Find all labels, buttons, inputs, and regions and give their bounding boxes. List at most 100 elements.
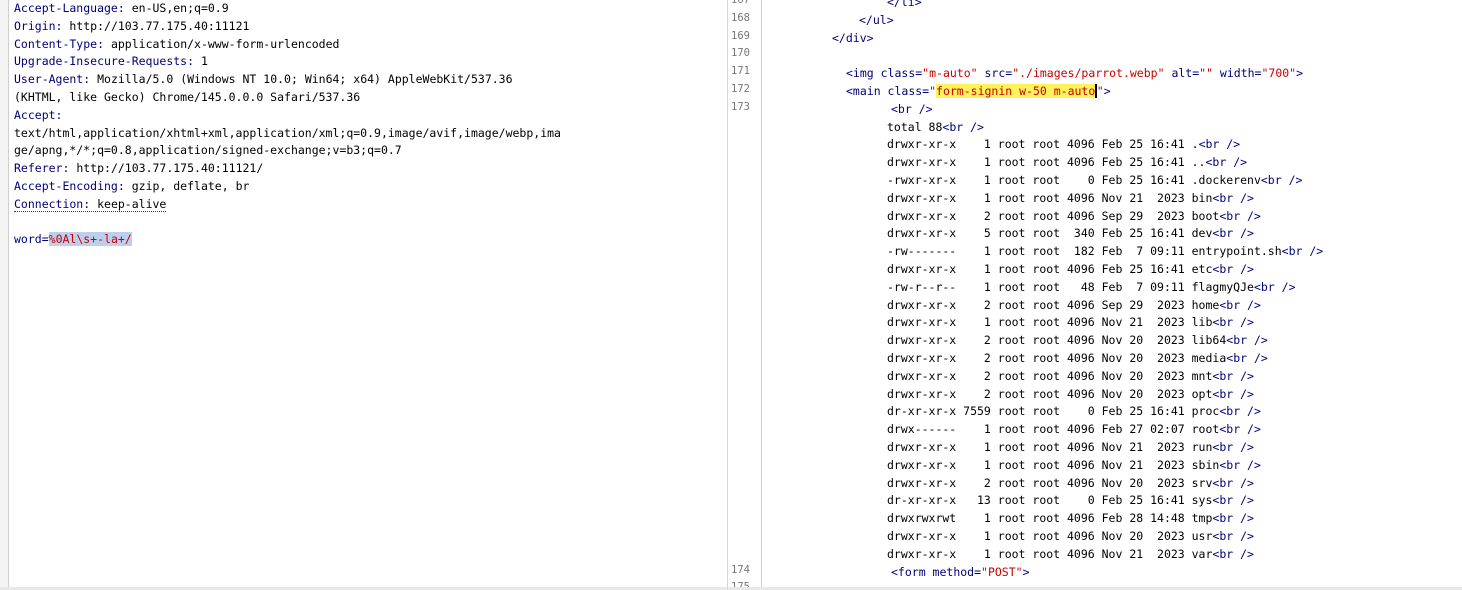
header-name: Content-Type [14, 36, 98, 51]
listing-text: dr-xr-xr-x 13 root root 0 Feb 25 16:41 s… [887, 493, 1213, 508]
header-line[interactable]: Accept-Encoding: gzip, deflate, br [14, 178, 727, 196]
code-line-img: <img class="m-auto" src="./images/parrot… [846, 66, 1304, 81]
br-tag: <br /> [1226, 333, 1268, 348]
header-line[interactable]: Content-Type: application/x-www-form-url… [14, 36, 727, 54]
header-line[interactable]: Accept-Language: en-US,en;q=0.9 [14, 0, 727, 18]
response-viewer[interactable]: 167 168 169 170 171 172 173 174 175 </li… [728, 0, 1462, 590]
code-line: </li> [887, 0, 922, 9]
listing-text: drwxr-xr-x 1 root root 4096 Feb 25 16:41… [887, 261, 1213, 276]
header-value: text/html,application/xhtml+xml,applicat… [14, 125, 561, 140]
listing-text: drwx------ 1 root root 4096 Feb 27 02:07… [887, 422, 1220, 437]
header-line[interactable]: Origin: http://103.77.175.40:11121 [14, 18, 727, 36]
connection-header-underlined: Connection: keep-alive [14, 196, 167, 212]
br-tag: <br /> [1219, 457, 1261, 472]
br-tag: <br /> [1212, 475, 1254, 490]
header-continuation[interactable]: text/html,application/xhtml+xml,applicat… [14, 125, 727, 143]
listing-text: drwxr-xr-x 2 root root 4096 Nov 20 2023 … [887, 475, 1213, 490]
br-tag: <br /> [1226, 350, 1268, 365]
listing-text: -rwxr-xr-x 1 root root 0 Feb 25 16:41 .d… [887, 172, 1261, 187]
listing-line: drwxr-xr-x 1 root root 4096 Nov 21 2023 … [768, 546, 1462, 564]
header-line[interactable]: Accept: [14, 107, 727, 125]
listing-line: drwxr-xr-x 1 root root 4096 Nov 21 2023 … [768, 190, 1462, 208]
header-value: http://103.77.175.40:11121 [69, 18, 250, 33]
listing-line: drwxr-xr-x 5 root root 340 Feb 25 16:41 … [768, 225, 1462, 243]
code-line: </div> [832, 30, 874, 45]
header-name: Origin [14, 18, 56, 33]
br-tag: <br /> [1281, 244, 1324, 259]
listing-text: drwxr-xr-x 2 root root 4096 Nov 20 2023 … [887, 350, 1227, 365]
header-value: ge/apng,*/*;q=0.8,application/signed-exc… [14, 143, 402, 158]
code-line: <br /> [891, 101, 933, 116]
response-code[interactable]: </li> </ul> </div> <img class="m-auto" s… [768, 0, 1462, 581]
header-name: Accept-Encoding [14, 178, 118, 193]
header-line[interactable]: User-Agent: Mozilla/5.0 (Windows NT 10.0… [14, 71, 727, 89]
request-lines[interactable]: Accept-Language: en-US,en;q=0.9 Origin: … [14, 0, 727, 249]
line-number-gutter: 167 168 169 170 171 172 173 174 175 [728, 0, 762, 590]
listing-text: total 88 [887, 119, 943, 134]
header-value: (KHTML, like Gecko) Chrome/145.0.0.0 Saf… [14, 89, 361, 104]
br-tag: <br /> [1212, 315, 1254, 330]
code-line: </ul> [859, 12, 894, 27]
request-editor[interactable]: Accept-Language: en-US,en;q=0.9 Origin: … [0, 0, 728, 590]
line-number: 171 [731, 65, 750, 78]
listing-text: drwxr-xr-x 2 root root 4096 Sep 29 2023 … [887, 208, 1220, 223]
listing-line: drwxr-xr-x 2 root root 4096 Nov 20 2023 … [768, 475, 1462, 493]
header-name: Connection [14, 196, 84, 211]
listing-line: dr-xr-xr-x 13 root root 0 Feb 25 16:41 s… [768, 492, 1462, 510]
line-number: 174 [731, 563, 750, 576]
header-line[interactable]: Referer: http://103.77.175.40:11121/ [14, 160, 727, 178]
listing-line: drwxr-xr-x 2 root root 4096 Nov 20 2023 … [768, 368, 1462, 386]
header-continuation[interactable]: ge/apng,*/*;q=0.8,application/signed-exc… [14, 142, 727, 160]
header-value: keep-alive [97, 196, 167, 211]
listing-line: drwxr-xr-x 1 root root 4096 Nov 21 2023 … [768, 439, 1462, 457]
listing-text: drwxr-xr-x 1 root root 4096 Feb 25 16:41… [887, 155, 1206, 170]
directory-listing: total 88<br /> drwxr-xr-x 1 root root 409… [768, 119, 1462, 564]
listing-text: drwxr-xr-x 1 root root 4096 Nov 21 2023 … [887, 315, 1213, 330]
header-name: Referer [14, 161, 63, 176]
listing-line: drwxr-xr-x 2 root root 4096 Sep 29 2023 … [768, 297, 1462, 315]
listing-line: dr-xr-xr-x 7559 root root 0 Feb 25 16:41… [768, 403, 1462, 421]
body-param-name: word [14, 232, 42, 247]
br-tag: <br /> [1205, 155, 1248, 170]
listing-text: drwxr-xr-x 2 root root 4096 Nov 20 2023 … [887, 386, 1213, 401]
br-tag: <br /> [1219, 208, 1261, 223]
br-tag: <br /> [942, 119, 984, 134]
br-tag: <br /> [1212, 439, 1254, 454]
br-tag: <br /> [1212, 261, 1254, 276]
line-number: 172 [731, 83, 750, 95]
header-name: Accept-Language [14, 1, 118, 15]
search-highlight: form-signin w-50 m-auto [936, 83, 1096, 98]
br-tag: <br /> [1212, 528, 1254, 543]
listing-text: drwxr-xr-x 2 root root 4096 Nov 20 2023 … [887, 333, 1227, 348]
listing-line: -rwxr-xr-x 1 root root 0 Feb 25 16:41 .d… [768, 172, 1462, 190]
line-number: 173 [731, 100, 750, 113]
listing-line: drwxr-xr-x 1 root root 4096 Feb 25 16:41… [768, 261, 1462, 279]
br-tag: <br /> [1253, 279, 1296, 294]
br-tag: <br /> [1212, 493, 1254, 508]
header-line[interactable]: Connection: keep-alive [14, 196, 727, 214]
header-line[interactable]: Upgrade-Insecure-Requests: 1 [14, 53, 727, 71]
listing-line: drwxr-xr-x 1 root root 4096 Nov 21 2023 … [768, 314, 1462, 332]
line-number: 169 [731, 29, 750, 42]
br-tag: <br /> [1212, 386, 1254, 401]
header-value: Mozilla/5.0 (Windows NT 10.0; Win64; x64… [97, 72, 513, 87]
header-name: Upgrade-Insecure-Requests [14, 54, 188, 69]
listing-text: drwxr-xr-x 5 root root 340 Feb 25 16:41 … [887, 226, 1213, 241]
listing-text: drwxr-xr-x 1 root root 4096 Nov 21 2023 … [887, 546, 1213, 561]
listing-text: drwxr-xr-x 1 root root 4096 Nov 21 2023 … [887, 457, 1220, 472]
listing-text: dr-xr-xr-x 7559 root root 0 Feb 25 16:41… [887, 404, 1220, 419]
listing-text: drwxr-xr-x 1 root root 4096 Nov 20 2023 … [887, 528, 1213, 543]
listing-line: drwxr-xr-x 1 root root 4096 Feb 25 16:41… [768, 154, 1462, 172]
request-gutter [0, 0, 9, 590]
header-continuation[interactable]: (KHTML, like Gecko) Chrome/145.0.0.0 Saf… [14, 89, 727, 107]
listing-text: drwxr-xr-x 2 root root 4096 Sep 29 2023 … [887, 297, 1220, 312]
listing-line: drwxr-xr-x 2 root root 4096 Nov 20 2023 … [768, 386, 1462, 404]
listing-line: total 88<br /> [768, 119, 1462, 137]
listing-text: -rw------- 1 root root 182 Feb 7 09:11 e… [887, 244, 1282, 259]
br-tag: <br /> [1212, 226, 1254, 241]
listing-line: drwxr-xr-x 2 root root 4096 Nov 20 2023 … [768, 350, 1462, 368]
header-value: 1 [200, 54, 208, 69]
request-body[interactable]: word=%0Al\s+-la+/ [14, 231, 727, 249]
